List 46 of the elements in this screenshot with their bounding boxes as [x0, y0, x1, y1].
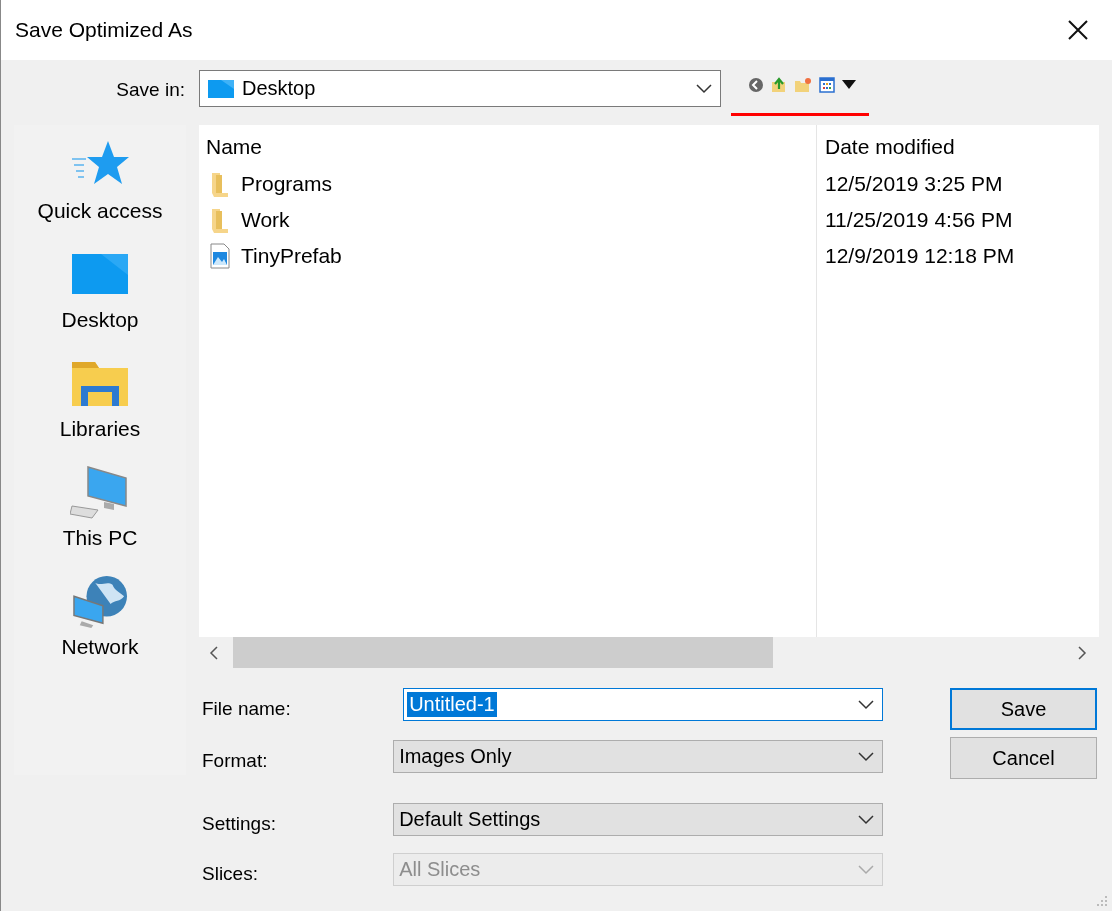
- chevron-right-icon[interactable]: [1077, 645, 1087, 660]
- chevron-down-icon: [858, 814, 874, 825]
- file-row[interactable]: TinyPrefab: [206, 238, 816, 274]
- cancel-button[interactable]: Cancel: [950, 737, 1097, 779]
- chevron-down-icon: [858, 699, 874, 710]
- column-header[interactable]: Date modified: [825, 135, 1099, 166]
- image-file-icon: [210, 243, 230, 269]
- desktop-icon: [207, 78, 235, 99]
- scrollbar-thumb[interactable]: [233, 637, 773, 668]
- chevron-down-icon: [696, 83, 712, 94]
- chevron-down-icon: [858, 864, 874, 875]
- sidebar-item[interactable]: This PC: [14, 466, 186, 575]
- caret-down-icon[interactable]: [842, 80, 856, 90]
- field-label: Slices:: [201, 861, 259, 885]
- date-cell-text: 12/5/2019 3:25 PM: [825, 171, 1004, 197]
- input-field[interactable]: Untitled-1: [403, 688, 883, 721]
- sidebar-item[interactable]: Libraries: [14, 357, 186, 466]
- file-row[interactable]: Work: [206, 202, 816, 238]
- field-label: Format:: [201, 748, 269, 772]
- field-label: File name:: [201, 696, 292, 720]
- window-title: Save Optimized As: [15, 18, 193, 42]
- save-in-dropdown[interactable]: Desktop: [199, 70, 721, 107]
- save-button[interactable]: Save: [950, 688, 1097, 730]
- network-icon: [71, 575, 129, 629]
- sidebar-item[interactable]: Quick access: [14, 139, 186, 248]
- column-header[interactable]: Name: [206, 135, 816, 166]
- dropdown[interactable]: Images Only: [393, 740, 883, 773]
- close-icon: [1067, 19, 1089, 41]
- computer-icon: [70, 466, 130, 520]
- file-row[interactable]: Programs: [206, 166, 816, 202]
- folder-icon: [210, 171, 230, 197]
- folder-up-icon[interactable]: [771, 77, 787, 93]
- save-in-label: Save in:: [115, 78, 185, 101]
- dropdown[interactable]: Default Settings: [393, 803, 883, 836]
- chevron-left-icon[interactable]: [209, 645, 219, 660]
- sidebar-item[interactable]: Network: [14, 575, 186, 684]
- date-cell-text: 12/9/2019 12:18 PM: [825, 243, 1016, 269]
- resize-grip-icon[interactable]: [1094, 893, 1108, 907]
- field-label: Settings:: [201, 811, 277, 835]
- view-grid-icon[interactable]: [819, 77, 835, 93]
- chevron-down-icon: [858, 751, 874, 762]
- sidebar-item[interactable]: Desktop: [14, 248, 186, 357]
- date-cell-text: 11/25/2019 4:56 PM: [825, 207, 1014, 233]
- folder-icon: [210, 207, 230, 233]
- new-folder-icon[interactable]: [794, 77, 812, 93]
- back-icon[interactable]: [748, 77, 764, 93]
